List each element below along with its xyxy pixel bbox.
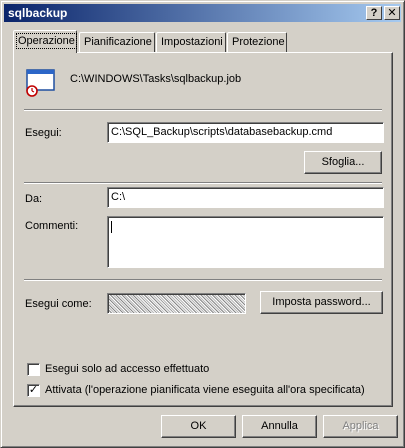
only-logged-on-checkbox[interactable] <box>27 363 40 376</box>
tab-label: Operazione <box>16 33 77 49</box>
run-label: Esegui: <box>25 127 62 139</box>
operation-panel: C:\WINDOWS\Tasks\sqlbackup.job Esegui: C… <box>13 52 393 407</box>
separator <box>24 279 382 281</box>
task-path: C:\WINDOWS\Tasks\sqlbackup.job <box>70 73 242 85</box>
comments-textarea[interactable] <box>107 216 384 268</box>
tab-label: Impostazioni <box>161 36 223 48</box>
tab-pianificazione[interactable]: Pianificazione <box>79 32 155 52</box>
run-label-text: Esegui: <box>25 127 62 139</box>
title-bar[interactable]: sqlbackup ? ✕ <box>4 4 401 22</box>
run-as-label: Esegui come: <box>25 298 92 310</box>
tab-label: Protezione <box>232 36 285 48</box>
enabled-label: Attivata (l'operazione pianificata viene… <box>45 384 365 396</box>
tab-operazione[interactable]: Operazione <box>13 30 77 53</box>
apply-button[interactable]: Applica <box>323 415 398 438</box>
help-button[interactable]: ? <box>366 6 382 20</box>
start-in-field[interactable]: C:\ <box>107 187 384 208</box>
start-in-label: Da: <box>25 193 43 205</box>
cancel-button[interactable]: Annulla <box>242 415 317 438</box>
enabled-checkbox[interactable]: ✓ <box>27 384 40 397</box>
tab-label: Pianificazione <box>84 36 152 48</box>
window-title: sqlbackup <box>8 6 68 20</box>
scheduled-task-icon <box>26 69 56 97</box>
tab-protezione[interactable]: Protezione <box>227 32 287 52</box>
tab-impostazioni[interactable]: Impostazioni <box>156 32 226 52</box>
close-button[interactable]: ✕ <box>384 6 400 20</box>
text-cursor <box>111 221 112 233</box>
task-properties-dialog: sqlbackup ? ✕ Operazione Pianificazione … <box>0 0 405 448</box>
run-field[interactable]: C:\SQL_Backup\scripts\databasebackup.cmd <box>107 122 384 143</box>
ok-button[interactable]: OK <box>161 415 236 438</box>
set-password-button[interactable]: Imposta password... <box>260 291 383 314</box>
browse-button[interactable]: Sfoglia... <box>304 151 382 174</box>
run-as-field[interactable] <box>107 293 246 314</box>
only-logged-on-label: Esegui solo ad accesso effettuato <box>45 363 210 375</box>
comments-label: Commenti: <box>25 220 79 232</box>
separator <box>24 109 382 111</box>
separator <box>24 182 382 184</box>
